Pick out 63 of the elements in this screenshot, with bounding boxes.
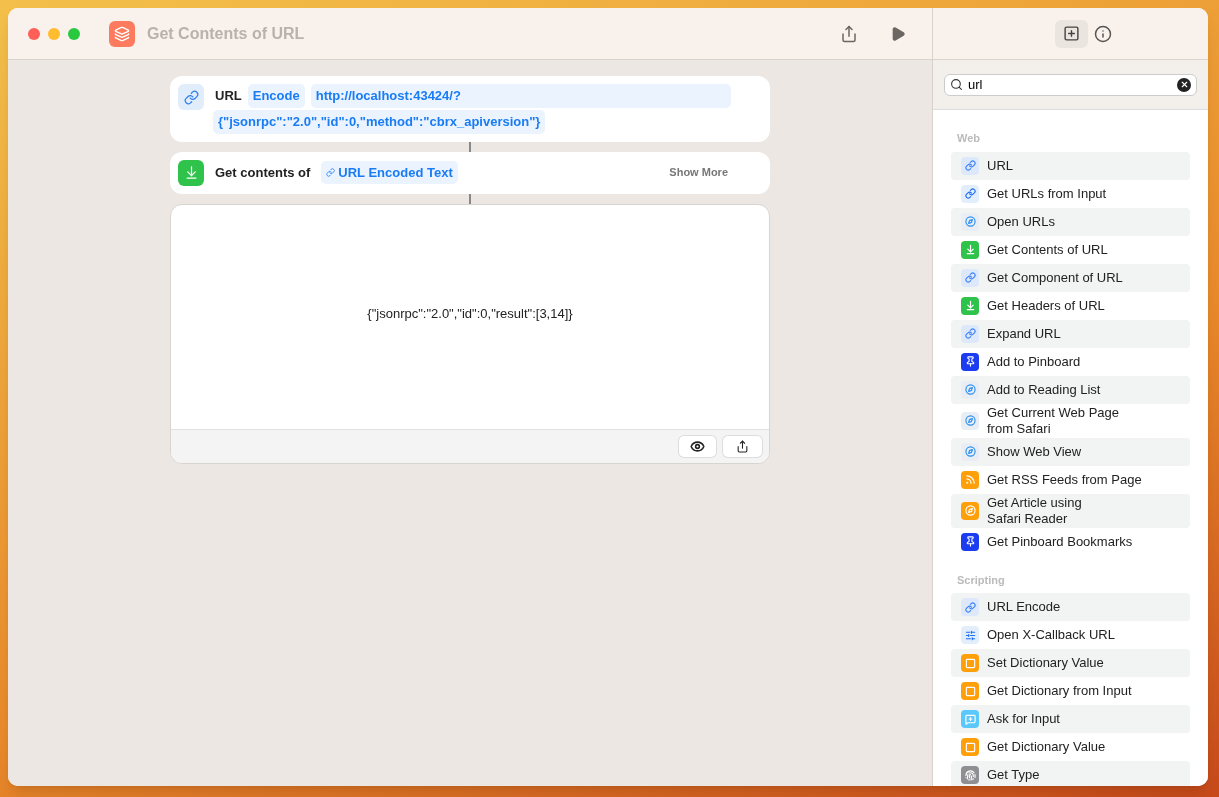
action-list-item[interactable]: URL Encode: [951, 593, 1190, 621]
share-button[interactable]: [723, 435, 762, 457]
link-action-icon: [961, 156, 979, 175]
link-action-icon: [961, 268, 979, 287]
preview-button[interactable]: [679, 435, 716, 457]
action-list-item[interactable]: Add to Pinboard: [951, 347, 1190, 376]
download-icon: [178, 159, 204, 186]
action-label: URL: [215, 87, 242, 106]
action-list-item[interactable]: URL: [951, 151, 1190, 180]
pin-action-icon: [961, 352, 979, 371]
action-list-item[interactable]: Ask for Input: [951, 705, 1190, 733]
share-icon[interactable]: [840, 24, 858, 43]
search-field[interactable]: url: [944, 73, 1197, 96]
result-text: {"jsonrpc":"2.0","id":0,"result":[3,14]}: [367, 304, 573, 323]
link-icon: [326, 168, 336, 177]
action-list-item[interactable]: Get Contents of URL: [951, 235, 1190, 264]
link-action-icon: [961, 598, 979, 616]
safari-action-icon: [961, 411, 979, 430]
close-button[interactable]: [28, 27, 40, 40]
url-value[interactable]: {"jsonrpc":"2.0","id":0,"method":"cbrx_apiversion"}: [213, 110, 546, 134]
clear-button[interactable]: [1177, 77, 1191, 92]
action-list-item[interactable]: Get Current Web Page from Safari: [951, 403, 1190, 438]
rss-action-icon: [961, 470, 979, 489]
section-header: Scripting: [956, 572, 1006, 588]
download-action-icon: [961, 240, 979, 259]
info-icon[interactable]: [1094, 24, 1112, 43]
download-action-icon: [961, 296, 979, 315]
pin-action-icon: [961, 532, 979, 551]
action-library-tab[interactable]: [1055, 19, 1088, 48]
action-list-item[interactable]: Get Headers of URL: [951, 291, 1190, 320]
action-list-item[interactable]: Set Dictionary Value: [951, 649, 1190, 677]
safari-action-icon: [961, 380, 979, 399]
url-value[interactable]: http://localhost:43424/?: [310, 84, 731, 108]
action-list-item[interactable]: Open X-Callback URL: [951, 621, 1190, 649]
action-list-item[interactable]: Get RSS Feeds from Page: [951, 465, 1190, 494]
search-icon: [950, 78, 963, 91]
action-list-item[interactable]: Add to Reading List: [951, 375, 1190, 404]
share-icon: [736, 439, 749, 453]
window-title: Get Contents of URL: [147, 23, 305, 44]
run-icon[interactable]: [890, 25, 906, 42]
safari-action-icon: [961, 442, 979, 461]
show-more-button[interactable]: Show More: [669, 164, 728, 181]
link-action-icon: [961, 324, 979, 343]
eye-icon: [690, 438, 705, 454]
action-list-item[interactable]: Expand URL: [951, 319, 1190, 348]
action-list-item[interactable]: Get URLs from Input: [951, 179, 1190, 208]
safari-action-icon: [961, 212, 979, 231]
action-list-item[interactable]: Show Web View: [951, 437, 1190, 466]
action-list-item[interactable]: Get Pinboard Bookmarks: [951, 527, 1190, 556]
encode-option[interactable]: Encode: [247, 84, 305, 108]
clear-icon: [1179, 80, 1189, 89]
variable-token[interactable]: URL Encoded Text: [321, 160, 458, 185]
action-list-item[interactable]: Get Dictionary from Input: [951, 677, 1190, 705]
link-icon: [178, 84, 204, 110]
action-list-item[interactable]: Get Component of URL: [951, 263, 1190, 292]
section-header: Web: [956, 131, 982, 146]
action-list-item[interactable]: Get Dictionary Value: [951, 733, 1190, 761]
add-action-icon: [1063, 25, 1080, 42]
action-label: Get contents of: [215, 163, 311, 182]
action-list-item[interactable]: Get Type: [951, 761, 1190, 786]
action-list-item[interactable]: Open URLs: [951, 207, 1190, 236]
action-list-item[interactable]: Get Article using Safari Reader: [951, 493, 1190, 528]
shortcut-icon: [109, 20, 135, 47]
